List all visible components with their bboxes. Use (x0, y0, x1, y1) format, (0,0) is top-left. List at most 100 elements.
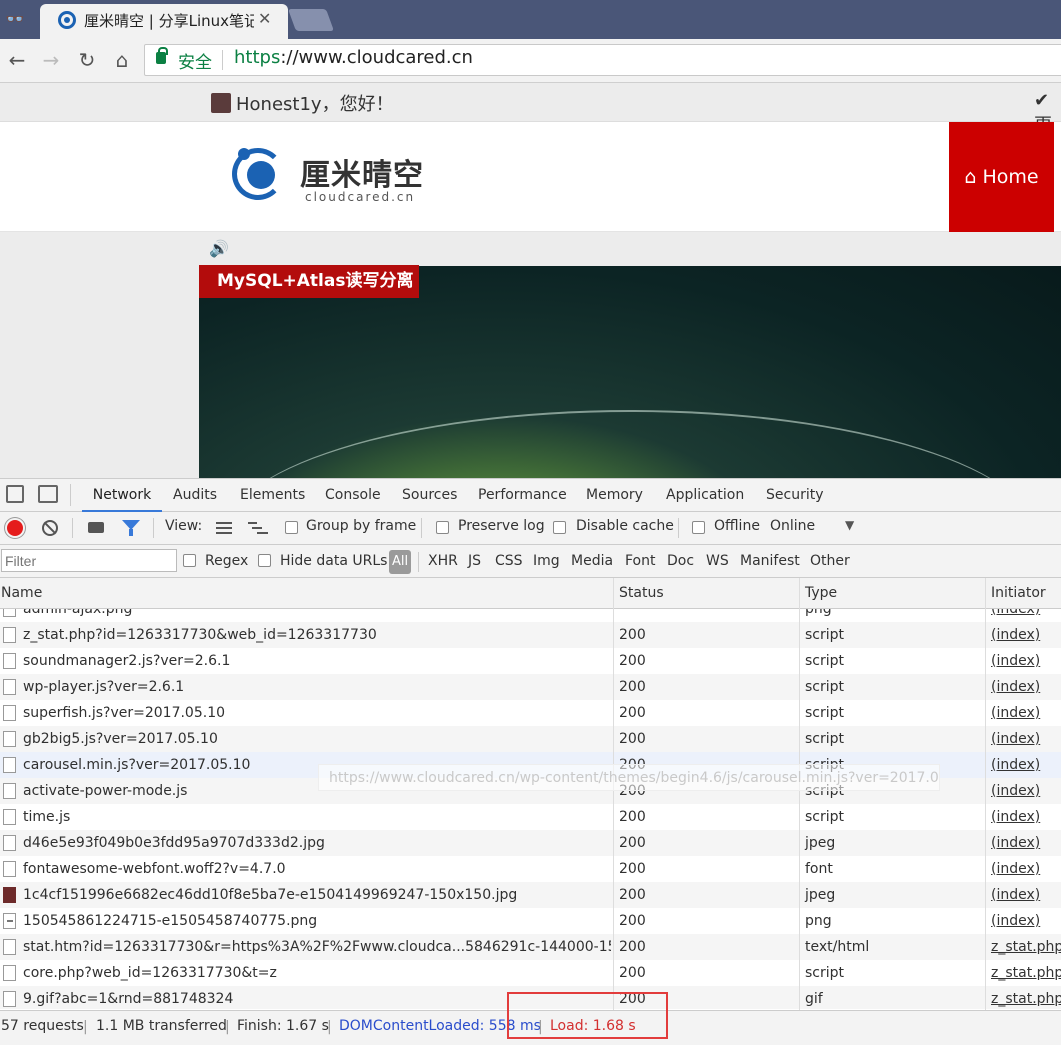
request-type: script (805, 627, 845, 643)
filter-type-font[interactable]: Font (625, 553, 655, 569)
column-header-status[interactable]: Status (619, 578, 664, 609)
file-icon (3, 835, 16, 851)
device-toolbar-icon[interactable] (38, 485, 58, 503)
request-initiator[interactable]: z_stat.php? (991, 934, 1061, 960)
filter-type-media[interactable]: Media (571, 553, 613, 569)
filter-type-doc[interactable]: Doc (667, 553, 694, 569)
request-initiator[interactable]: (index) (991, 622, 1040, 648)
user-greeting: Honest1y，您好！ (236, 94, 394, 115)
lock-icon[interactable] (156, 47, 168, 64)
tab-performance[interactable]: Performance (478, 478, 567, 512)
tab-elements[interactable]: Elements (240, 478, 305, 512)
secure-label[interactable]: 安全 (178, 48, 212, 73)
request-initiator[interactable]: z_stat.php? (991, 986, 1061, 1009)
filter-type-manifest[interactable]: Manifest (740, 553, 800, 569)
waterfall-view-icon[interactable] (248, 521, 268, 535)
request-initiator[interactable]: (index) (991, 700, 1040, 726)
tab-memory[interactable]: Memory (586, 478, 643, 512)
group-by-frame-label[interactable]: Group by frame (306, 518, 416, 534)
regex-checkbox[interactable] (183, 554, 196, 567)
filter-type-all[interactable]: All (389, 550, 411, 574)
reload-button[interactable]: ↻ (72, 46, 102, 74)
table-row[interactable]: gb2big5.js?ver=2017.05.10 200 script (index… (0, 726, 1061, 752)
table-row[interactable]: 1c4cf151996e6682ec46dd10f8e5ba7e-e150414… (0, 882, 1061, 908)
inspect-element-icon[interactable] (6, 485, 24, 503)
site-favicon-icon (58, 11, 76, 29)
filter-input[interactable] (1, 549, 177, 572)
request-status: 200 (619, 887, 646, 903)
tab-sources[interactable]: Sources (402, 478, 457, 512)
site-header (0, 122, 1061, 232)
request-initiator[interactable]: (index) (991, 648, 1040, 674)
browser-tab[interactable]: 厘米晴空 | 分享Linux笔记 ✕ (40, 4, 288, 39)
filter-icon[interactable] (122, 520, 140, 536)
tab-audits[interactable]: Audits (173, 478, 217, 512)
url-text[interactable]: https://www.cloudcared.cn (234, 47, 473, 68)
transferred-size: 1.1 MB transferred (96, 1018, 227, 1034)
forward-button[interactable]: → (36, 46, 66, 74)
new-tab-button[interactable] (287, 9, 335, 31)
filter-type-xhr[interactable]: XHR (428, 553, 458, 569)
table-row[interactable]: core.php?web_id=1263317730&t=z 200 script z… (0, 960, 1061, 986)
file-icon (3, 653, 16, 669)
column-header-initiator[interactable]: Initiator (991, 578, 1046, 609)
hide-data-urls-label[interactable]: Hide data URLs (280, 553, 387, 569)
table-row[interactable]: time.js 200 script (index) (0, 804, 1061, 830)
table-row[interactable]: stat.htm?id=1263317730&r=https%3A%2F%2Fw… (0, 934, 1061, 960)
column-header-type[interactable]: Type (805, 578, 837, 609)
request-initiator[interactable]: (index) (991, 856, 1040, 882)
table-row[interactable]: wp-player.js?ver=2.6.1 200 script (index) (0, 674, 1061, 700)
request-initiator[interactable]: z_stat.php? (991, 960, 1061, 986)
tab-security[interactable]: Security (766, 478, 824, 512)
request-initiator[interactable]: (index) (991, 882, 1040, 908)
table-row[interactable]: admin-ajax.png png (index) (0, 609, 1061, 622)
disable-cache-checkbox[interactable] (553, 521, 566, 534)
table-row[interactable]: z_stat.php?id=1263317730&web_id=12633177… (0, 622, 1061, 648)
request-name: soundmanager2.js?ver=2.6.1 (23, 653, 231, 669)
request-initiator[interactable]: (index) (991, 752, 1040, 778)
group-by-frame-checkbox[interactable] (285, 521, 298, 534)
speaker-icon[interactable]: 🔊 (209, 239, 229, 258)
request-initiator[interactable]: (index) (991, 726, 1040, 752)
close-tab-icon[interactable]: ✕ (258, 9, 271, 28)
request-initiator[interactable]: (index) (991, 778, 1040, 804)
preserve-log-label[interactable]: Preserve log (458, 518, 545, 534)
site-name[interactable]: 厘米晴空 (300, 150, 424, 194)
filter-type-css[interactable]: CSS (495, 553, 523, 569)
request-initiator[interactable]: (index) (991, 674, 1040, 700)
user-avatar[interactable] (211, 93, 231, 113)
home-button[interactable]: ⌂ (107, 46, 137, 74)
chevron-down-icon[interactable]: ▼ (845, 518, 854, 532)
table-row[interactable]: d46e5e93f049b0e3fdd95a9707d333d2.jpg 200 j… (0, 830, 1061, 856)
capture-screenshots-icon[interactable] (88, 522, 104, 533)
column-header-name[interactable]: Name (1, 578, 42, 609)
request-initiator[interactable]: (index) (991, 830, 1040, 856)
request-initiator[interactable]: (index) (991, 609, 1040, 622)
slide-title[interactable]: MySQL+Atlas读写分离 (199, 265, 419, 298)
table-row[interactable]: fontawesome-webfont.woff2?v=4.7.0 200 font… (0, 856, 1061, 882)
list-view-icon[interactable] (216, 522, 232, 534)
back-button[interactable]: ← (2, 46, 32, 74)
nav-home-button[interactable]: ⌂ Home (949, 122, 1054, 232)
filter-type-other[interactable]: Other (810, 553, 850, 569)
record-icon[interactable] (7, 520, 23, 536)
request-initiator[interactable]: (index) (991, 908, 1040, 934)
request-initiator[interactable]: (index) (991, 804, 1040, 830)
filter-type-img[interactable]: Img (533, 553, 560, 569)
tab-network[interactable]: Network (82, 478, 162, 512)
offline-label[interactable]: Offline (714, 518, 760, 534)
filter-type-ws[interactable]: WS (706, 553, 729, 569)
hide-data-urls-checkbox[interactable] (258, 554, 271, 567)
preserve-log-checkbox[interactable] (436, 521, 449, 534)
filter-type-js[interactable]: JS (468, 553, 481, 569)
table-row[interactable]: 150545861224715-e1505458740775.png 200 png… (0, 908, 1061, 934)
table-row[interactable]: soundmanager2.js?ver=2.6.1 200 script (inde… (0, 648, 1061, 674)
disable-cache-label[interactable]: Disable cache (576, 518, 674, 534)
table-row[interactable]: superfish.js?ver=2017.05.10 200 script (ind… (0, 700, 1061, 726)
regex-label[interactable]: Regex (205, 553, 248, 569)
clear-icon[interactable] (42, 520, 58, 536)
tab-console[interactable]: Console (325, 478, 381, 512)
throttling-select[interactable]: Online (770, 518, 815, 534)
offline-checkbox[interactable] (692, 521, 705, 534)
tab-application[interactable]: Application (666, 478, 744, 512)
